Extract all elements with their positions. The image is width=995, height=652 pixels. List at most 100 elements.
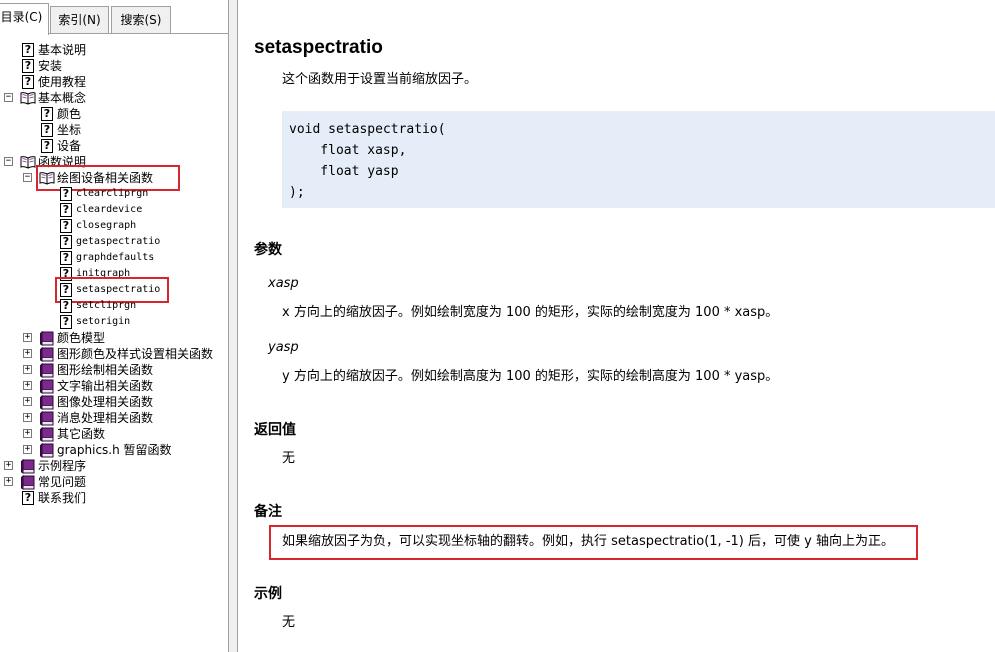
param-name-yasp: yasp [268, 340, 299, 355]
tree-item-label: 基本概念 [38, 91, 87, 105]
tree-item-label: cleardevice [76, 204, 143, 215]
tree-item-icon [39, 346, 55, 362]
tree-item-icon [39, 426, 55, 442]
tree-item[interactable]: ? 设备 [0, 138, 81, 154]
tree-item-label: 坐标 [57, 123, 82, 137]
tab-search[interactable]: 搜索(S) [111, 6, 171, 33]
tab-index[interactable]: 索引(N) [50, 6, 109, 33]
tree-item[interactable]: + 图像处理相关函数 [0, 394, 153, 410]
return-value: 无 [282, 451, 296, 466]
tree-item[interactable]: ? 颜色 [0, 106, 81, 122]
expand-icon[interactable]: + [23, 429, 32, 438]
expand-icon[interactable]: + [23, 381, 32, 390]
tab-contents[interactable]: 目录(C) [0, 3, 49, 35]
tree-item[interactable]: + 文字输出相关函数 [0, 378, 153, 394]
remarks-heading: 备注 [254, 504, 282, 520]
closed-book-icon [40, 394, 54, 410]
expand-icon[interactable]: + [23, 397, 32, 406]
tree-item[interactable]: ? setorigin [0, 314, 130, 330]
tree-item-icon [39, 442, 55, 458]
help-page-icon: ? [41, 123, 53, 137]
nav-tab-strip: 目录(C) 索引(N) 搜索(S) [0, 0, 234, 36]
closed-book-icon [40, 410, 54, 426]
help-topic-content: setaspectratio 这个函数用于设置当前缩放因子。 void seta… [242, 0, 995, 652]
collapse-icon[interactable]: − [4, 157, 13, 166]
tree-item-label: graphics.h 暂留函数 [57, 443, 172, 457]
tree-item-label: setorigin [76, 316, 131, 327]
expand-icon[interactable]: + [23, 445, 32, 454]
topic-summary: 这个函数用于设置当前缩放因子。 [282, 72, 478, 87]
tree-item-label: 文字输出相关函数 [57, 379, 154, 393]
tree-item-label: 基本说明 [38, 43, 87, 57]
tree-item[interactable]: ? 安装 [0, 58, 62, 74]
tree-item-label: 消息处理相关函数 [57, 411, 154, 425]
tree-item-label: 安装 [38, 59, 63, 73]
param-desc-yasp: y 方向上的缩放因子。例如绘制高度为 100 的矩形，实际的绘制高度为 100 … [282, 369, 779, 384]
tree-item-icon [20, 474, 36, 490]
expand-icon[interactable]: + [4, 477, 13, 486]
expand-icon[interactable]: + [23, 413, 32, 422]
closed-book-icon [40, 362, 54, 378]
tree-item-label: 联系我们 [38, 491, 87, 505]
tree-item-icon: ? [58, 186, 74, 202]
tree-item[interactable]: ? setcliprgn [0, 298, 136, 314]
tree-item[interactable]: + 示例程序 [0, 458, 86, 474]
tree-item-label: getaspectratio [76, 236, 161, 247]
tree-item-icon [39, 394, 55, 410]
page-title: setaspectratio [254, 37, 383, 58]
remarks-highlight-box [269, 525, 918, 560]
tree-item-icon: ? [58, 234, 74, 250]
tree-item[interactable]: ? clearcliprgn [0, 186, 148, 202]
tree-item-icon [20, 90, 36, 106]
help-page-icon: ? [22, 75, 34, 89]
param-desc-xasp: x 方向上的缩放因子。例如绘制宽度为 100 的矩形，实际的绘制宽度为 100 … [282, 305, 779, 320]
help-page-icon: ? [41, 139, 53, 153]
tree-item[interactable]: ? graphdefaults [0, 250, 154, 266]
help-page-icon: ? [22, 43, 34, 57]
tree-item[interactable]: ? closegraph [0, 218, 136, 234]
tree-item[interactable]: + 图形颜色及样式设置相关函数 [0, 346, 213, 362]
tree-item-icon: ? [39, 106, 55, 122]
help-navigation-pane: 目录(C) 索引(N) 搜索(S) ? 基本说明? 安装? 使用教程 − 基本概念? 颜色?… [0, 0, 234, 652]
collapse-icon[interactable]: − [4, 93, 13, 102]
tree-item-icon [20, 154, 36, 170]
tree-item[interactable]: ? getaspectratio [0, 234, 160, 250]
help-page-icon: ? [60, 315, 72, 329]
tree-item-icon: ? [39, 122, 55, 138]
expand-icon[interactable]: + [23, 333, 32, 342]
tree-item[interactable]: − 基本概念 [0, 90, 86, 106]
contents-tree: ? 基本说明? 安装? 使用教程 − 基本概念? 颜色? 坐标? 设备 − 函数说明 − 绘图设备相关函… [0, 36, 228, 652]
tree-item-label: 示例程序 [38, 459, 87, 473]
tree-item[interactable]: ? 使用教程 [0, 74, 86, 90]
tree-item[interactable]: ? 联系我们 [0, 490, 86, 506]
tree-item-label: 使用教程 [38, 75, 87, 89]
example-heading: 示例 [254, 586, 282, 602]
tree-item-label: 图像处理相关函数 [57, 395, 154, 409]
tree-item-label: 颜色模型 [57, 331, 106, 345]
help-page-icon: ? [60, 187, 72, 201]
expand-icon[interactable]: + [23, 365, 32, 374]
tree-item-label: 图形颜色及样式设置相关函数 [57, 347, 214, 361]
tree-item-label: graphdefaults [76, 252, 155, 263]
tree-item-icon [39, 362, 55, 378]
tree-item[interactable]: + 图形绘制相关函数 [0, 362, 153, 378]
expand-icon[interactable]: + [23, 349, 32, 358]
tree-item[interactable]: + graphics.h 暂留函数 [0, 442, 172, 458]
tree-item-icon [39, 378, 55, 394]
collapse-icon[interactable]: − [23, 173, 32, 182]
tree-item-icon: ? [20, 58, 36, 74]
tree-item[interactable]: + 常见问题 [0, 474, 86, 490]
tree-item[interactable]: + 颜色模型 [0, 330, 105, 346]
tree-item[interactable]: ? 坐标 [0, 122, 81, 138]
tree-item-label: 常见问题 [38, 475, 87, 489]
tree-item[interactable]: + 其它函数 [0, 426, 105, 442]
tree-item[interactable]: ? 基本说明 [0, 42, 86, 58]
tree-item-icon [20, 458, 36, 474]
tree-item[interactable]: + 消息处理相关函数 [0, 410, 153, 426]
function-prototype-code: void setaspectratio( float xasp, float y… [282, 111, 995, 208]
example-value: 无 [282, 615, 296, 630]
help-page-icon: ? [22, 59, 34, 73]
pane-splitter[interactable] [229, 0, 237, 652]
expand-icon[interactable]: + [4, 461, 13, 470]
tree-item[interactable]: ? cleardevice [0, 202, 142, 218]
